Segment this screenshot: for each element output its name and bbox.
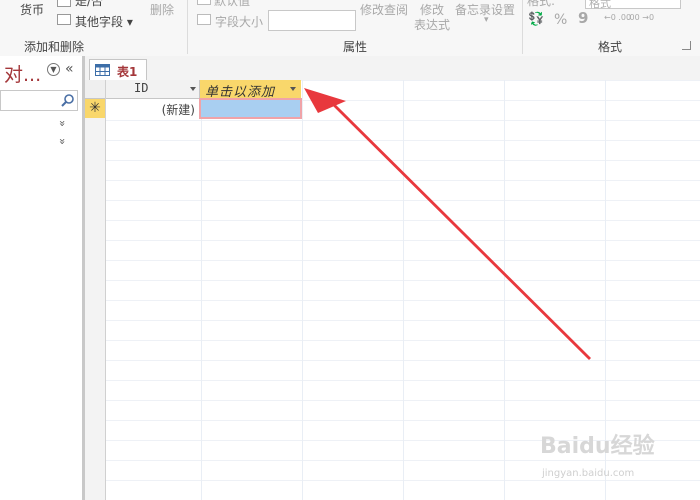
currency-format-icon[interactable]: 💱	[528, 12, 544, 27]
more-fields-icon	[57, 14, 71, 25]
ribbon-separator	[522, 0, 523, 54]
table-icon	[95, 64, 110, 76]
new-record-id-cell[interactable]: (新建)	[106, 99, 199, 118]
field-size-icon	[197, 14, 211, 25]
nav-collapse-icon[interactable]: «	[65, 61, 74, 77]
record-selector-column	[85, 80, 106, 500]
decrease-decimals-button[interactable]: .00 →0	[627, 13, 654, 22]
nav-dropdown-icon[interactable]: ▼	[47, 63, 60, 76]
new-record-selector[interactable]: ✳	[85, 99, 105, 118]
watermark: Baidu经验 jingyan.baidu.com	[540, 420, 690, 490]
tab-table1[interactable]: 表1	[89, 59, 147, 81]
percent-format-button[interactable]: %	[554, 12, 567, 28]
new-record-placeholder: (新建)	[161, 103, 195, 117]
column-id-dropdown-icon[interactable]	[190, 87, 196, 91]
active-cell[interactable]	[199, 98, 302, 119]
tab-label: 表1	[117, 65, 138, 79]
select-all-corner[interactable]	[85, 80, 105, 99]
click-to-add-dropdown-icon[interactable]	[290, 87, 296, 91]
yesno-icon	[57, 0, 71, 7]
field-size-label: 字段大小	[215, 15, 264, 29]
yesno-button[interactable]: 是/否	[75, 0, 103, 9]
column-header-id[interactable]: ID	[106, 80, 200, 99]
group-add-delete-label: 添加和删除	[24, 40, 85, 54]
modify-expression-button-line2[interactable]: 表达式	[414, 16, 450, 33]
memo-settings-dropdown-icon[interactable]: ▾	[484, 15, 489, 25]
nav-search-input[interactable]	[0, 90, 78, 111]
watermark-logo: Baidu经验	[540, 434, 655, 459]
more-fields-button[interactable]: 其他字段 ▾	[75, 13, 133, 30]
dialog-launcher-icon[interactable]	[682, 41, 691, 50]
chevron-down-icon[interactable]: ››	[56, 138, 69, 143]
field-size-input[interactable]	[268, 10, 356, 31]
group-properties-label: 属性	[343, 40, 368, 54]
format-dropdown[interactable]: 格式	[585, 0, 681, 10]
watermark-url: jingyan.baidu.com	[542, 468, 635, 479]
comma-format-button[interactable]: 9	[578, 9, 588, 27]
group-formatting-label: 格式	[598, 40, 623, 54]
default-value-icon	[197, 0, 211, 5]
currency-button[interactable]: 货币	[20, 1, 44, 18]
delete-button[interactable]: 删除	[150, 1, 174, 18]
column-header-click-to-add[interactable]: 单击以添加	[200, 80, 301, 100]
default-value-button[interactable]: 默认值	[214, 0, 250, 9]
more-fields-label: 其他字段	[75, 15, 124, 29]
ribbon-separator	[187, 0, 188, 54]
navigation-pane: 对... ▼ « ›› ››	[0, 56, 82, 500]
nav-pane-title[interactable]: 对...	[4, 60, 41, 87]
ribbon: 货币 是/否 其他字段 ▾ 删除 添加和删除 默认值 字段大小 修改查阅 修改 …	[0, 0, 700, 57]
document-tab-strip: 表1	[85, 56, 700, 81]
chevron-down-icon[interactable]: ››	[56, 120, 69, 125]
modify-lookup-button[interactable]: 修改查阅	[360, 1, 408, 18]
data-type-label: 格式:	[527, 0, 556, 8]
column-header-id-label: ID	[134, 81, 149, 95]
search-icon[interactable]	[60, 93, 75, 108]
